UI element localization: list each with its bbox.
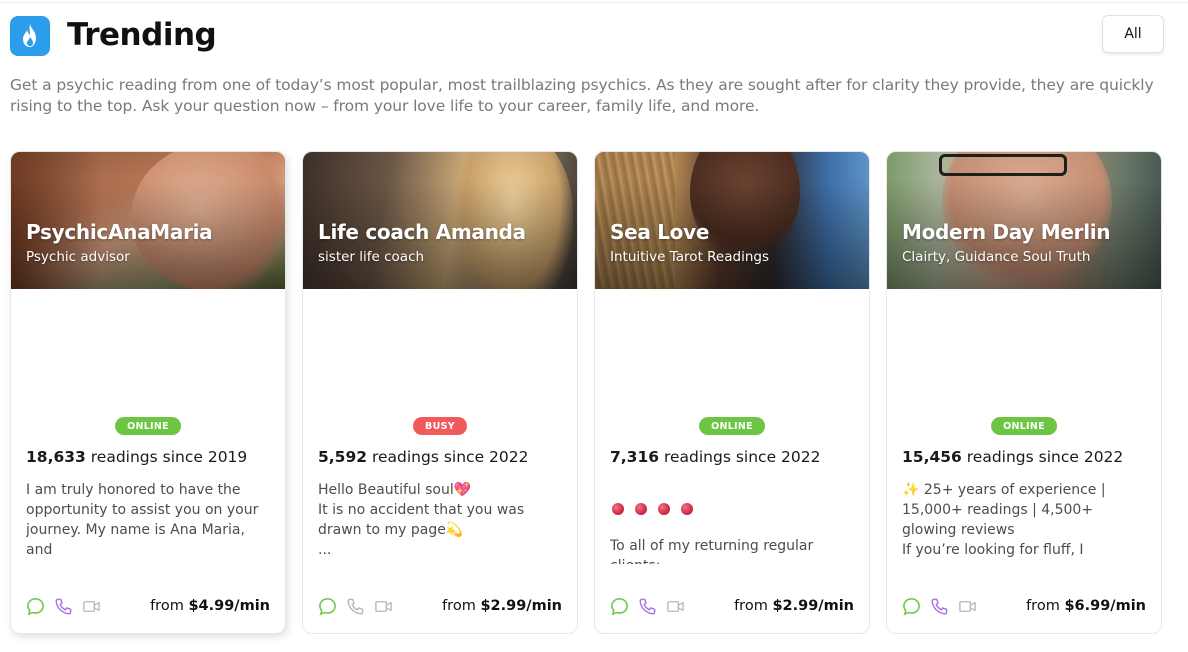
- psychic-subtitle: Psychic advisor: [26, 249, 130, 265]
- video-icon[interactable]: [666, 597, 685, 616]
- psychic-card[interactable]: Life coach Amanda sister life coach BUSY…: [302, 151, 578, 634]
- top-divider: [0, 2, 1188, 3]
- contact-methods: [610, 597, 685, 616]
- price: from $6.99/min: [1026, 598, 1146, 614]
- psychic-bio: I am truly honored to have the opportuni…: [26, 482, 259, 558]
- contact-methods: [902, 597, 977, 616]
- red-ball-emoji-row: [612, 503, 855, 515]
- psychic-bio: To all of my returning regular clients: …: [610, 480, 855, 564]
- price: from $2.99/min: [442, 598, 562, 614]
- chat-icon[interactable]: [902, 597, 921, 616]
- chat-icon[interactable]: [610, 597, 629, 616]
- readings-count: 7,316 readings since 2022: [610, 448, 821, 466]
- psychic-name[interactable]: Sea Love: [610, 220, 709, 244]
- video-icon[interactable]: [374, 597, 393, 616]
- status-badge: ONLINE: [699, 417, 765, 435]
- psychic-bio-text: To all of my returning regular clients: …: [610, 538, 814, 564]
- psychic-bio: ✨ 25+ years of experience | 15,000+ read…: [902, 482, 1106, 558]
- video-icon[interactable]: [82, 597, 101, 616]
- psychic-name[interactable]: PsychicAnaMaria: [26, 220, 213, 244]
- phone-icon[interactable]: [638, 597, 657, 616]
- readings-count: 15,456 readings since 2022: [902, 448, 1124, 466]
- psychic-card[interactable]: PsychicAnaMaria Psychic advisor ONLINE 1…: [10, 151, 286, 634]
- psychic-card[interactable]: Sea Love Intuitive Tarot Readings ONLINE…: [594, 151, 870, 634]
- status-badge: BUSY: [413, 417, 467, 435]
- fire-icon: [10, 16, 50, 56]
- readings-count: 5,592 readings since 2022: [318, 448, 529, 466]
- phone-icon[interactable]: [54, 597, 73, 616]
- page-title: Trending: [67, 17, 217, 53]
- psychic-photo: Sea Love Intuitive Tarot Readings: [595, 152, 869, 289]
- intro-text: Get a psychic reading from one of today’…: [10, 76, 1154, 115]
- status-badge: ONLINE: [115, 417, 181, 435]
- phone-icon[interactable]: [930, 597, 949, 616]
- status-badge: ONLINE: [991, 417, 1057, 435]
- contact-methods: [26, 597, 101, 616]
- all-button[interactable]: All: [1102, 15, 1164, 53]
- readings-count: 18,633 readings since 2019: [26, 448, 248, 466]
- psychic-card-list: PsychicAnaMaria Psychic advisor ONLINE 1…: [10, 151, 1170, 634]
- trending-header: Trending All: [10, 14, 1164, 58]
- psychic-bio: Hello Beautiful soul💖 It is no accident …: [318, 482, 525, 558]
- chat-icon[interactable]: [26, 597, 45, 616]
- contact-methods: [318, 597, 393, 616]
- psychic-photo: PsychicAnaMaria Psychic advisor: [11, 152, 285, 289]
- phone-icon[interactable]: [346, 597, 365, 616]
- psychic-card[interactable]: Modern Day Merlin Clairty, Guidance Soul…: [886, 151, 1162, 634]
- psychic-subtitle: Intuitive Tarot Readings: [610, 249, 769, 265]
- psychic-subtitle: sister life coach: [318, 249, 425, 265]
- price: from $4.99/min: [150, 598, 270, 614]
- psychic-photo: Life coach Amanda sister life coach: [303, 152, 577, 289]
- psychic-subtitle: Clairty, Guidance Soul Truth: [902, 249, 1091, 265]
- psychic-name[interactable]: Life coach Amanda: [318, 220, 526, 244]
- psychic-name[interactable]: Modern Day Merlin: [902, 220, 1111, 244]
- chat-icon[interactable]: [318, 597, 337, 616]
- psychic-photo: Modern Day Merlin Clairty, Guidance Soul…: [887, 152, 1161, 289]
- price: from $2.99/min: [734, 598, 854, 614]
- video-icon[interactable]: [958, 597, 977, 616]
